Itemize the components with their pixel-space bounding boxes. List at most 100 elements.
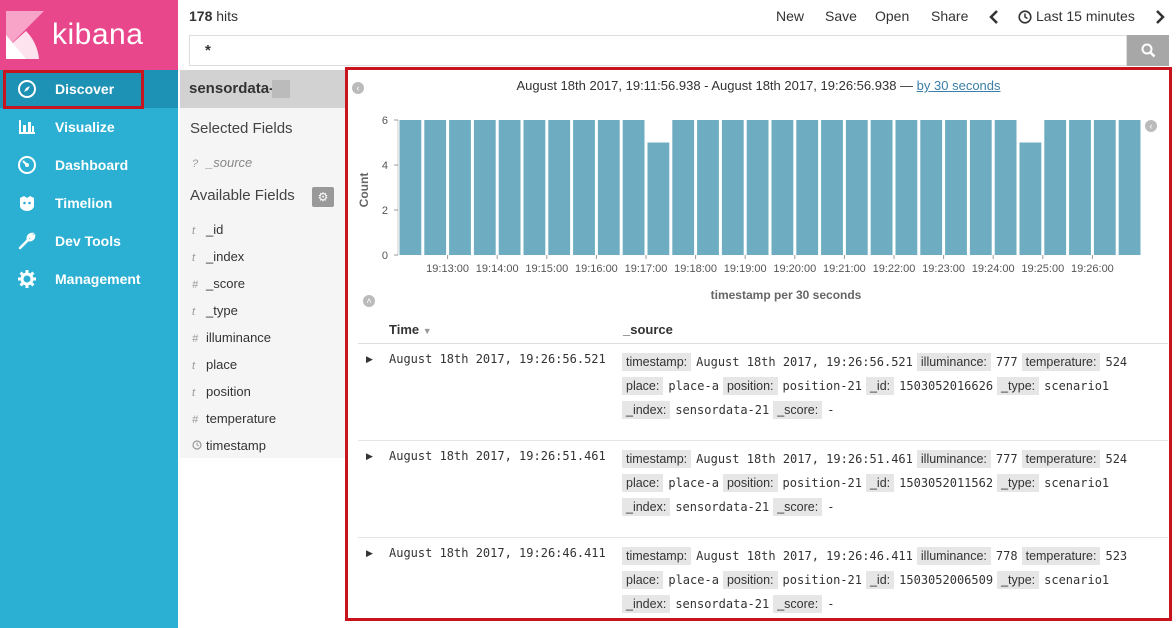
histogram-bar[interactable] <box>449 120 471 255</box>
share-button[interactable]: Share <box>931 8 968 24</box>
source-value: 524 <box>1105 355 1128 369</box>
histogram-bar[interactable] <box>424 120 447 255</box>
field-name: position <box>206 384 251 399</box>
field-name: _id <box>206 222 224 237</box>
source-line: timestamp: August 18th 2017, 19:26:51.461… <box>622 447 1162 471</box>
nav-dashboard[interactable]: Dashboard <box>0 146 178 184</box>
index-pattern-selector[interactable]: sensordata- <box>180 70 345 108</box>
histogram-bar[interactable] <box>945 120 967 255</box>
histogram-bar[interactable] <box>870 120 893 255</box>
field-item[interactable]: # illuminance <box>192 330 271 345</box>
histogram-bar[interactable] <box>1044 120 1067 255</box>
histogram-bar[interactable] <box>1093 120 1116 255</box>
field-item[interactable]: t position <box>192 384 251 399</box>
field-name: timestamp <box>206 438 266 453</box>
time-picker-button[interactable]: Last 15 minutes <box>1036 8 1135 24</box>
field-item[interactable]: t _id <box>192 222 223 237</box>
field-name: _type <box>206 303 238 318</box>
source-value: August 18th 2017, 19:26:46.411 <box>696 549 913 563</box>
field-list-panel: sensordata- Selected Fields ? _source Ava… <box>180 70 345 458</box>
histogram-bar[interactable] <box>399 120 422 255</box>
histogram-bar[interactable] <box>573 120 595 255</box>
sort-caret-icon[interactable]: ▼ <box>423 326 432 336</box>
table-row[interactable]: ▶ August 18th 2017, 19:26:51.461 timestamp… <box>358 441 1168 538</box>
source-value: place-a <box>668 476 719 490</box>
histogram-bar[interactable] <box>920 120 943 255</box>
time-column-header[interactable]: Time ▼ <box>389 322 432 337</box>
field-item[interactable]: ? _source <box>192 155 252 170</box>
field-settings-button[interactable]: ⚙ <box>312 187 334 207</box>
histogram-bar[interactable] <box>672 120 695 255</box>
expand-row-icon[interactable]: ▶ <box>366 354 373 365</box>
histogram-bar[interactable] <box>473 120 496 255</box>
histogram-bar[interactable] <box>622 120 645 255</box>
new-button[interactable]: New <box>776 8 804 24</box>
histogram-bar[interactable] <box>1118 120 1141 255</box>
kibana-logo[interactable]: kibana <box>0 0 178 70</box>
hits-number: 178 <box>189 8 213 24</box>
source-value: 1503052011562 <box>899 476 994 490</box>
nav-dev-tools[interactable]: Dev Tools <box>0 222 178 260</box>
nav-management[interactable]: Management <box>0 260 178 298</box>
histogram-bar[interactable] <box>994 120 1017 255</box>
field-item[interactable]: timestamp <box>192 438 266 453</box>
open-button[interactable]: Open <box>875 8 909 24</box>
histogram-bar[interactable] <box>845 120 868 255</box>
source-value: position-21 <box>782 573 862 587</box>
kibana-logo-icon <box>6 11 44 59</box>
histogram-bar[interactable] <box>498 120 521 255</box>
row-time: August 18th 2017, 19:26:46.411 <box>389 546 606 560</box>
histogram-bar[interactable] <box>548 120 571 255</box>
histogram-bar[interactable] <box>647 142 670 256</box>
source-key: _id: <box>865 377 895 395</box>
chevron-right-icon[interactable] <box>1155 10 1165 24</box>
source-key: position: <box>722 474 778 492</box>
y-tick-label: 4 <box>382 160 388 172</box>
histogram-bar[interactable] <box>697 120 719 255</box>
histogram-chart: Count timestamp per 30 seconds 0 2 4 6 19:1… <box>357 115 1141 302</box>
row-time: August 18th 2017, 19:26:51.461 <box>389 449 606 463</box>
hits-count: 178 hits <box>189 8 238 24</box>
field-item[interactable]: t place <box>192 357 237 372</box>
table-row[interactable]: ▶ August 18th 2017, 19:26:56.521 timestamp… <box>358 344 1168 441</box>
source-line: place: place-a position: position-21 _id: 150… <box>622 471 1162 495</box>
source-key: place: <box>622 474 664 492</box>
nav-visualize[interactable]: Visualize <box>0 108 178 146</box>
field-item[interactable]: # _score <box>192 276 245 291</box>
x-tick-label: 19:25:00 <box>1021 263 1064 275</box>
source-value: - <box>827 597 835 611</box>
field-item[interactable]: # temperature <box>192 411 276 426</box>
save-button[interactable]: Save <box>825 8 857 24</box>
histogram-bar[interactable] <box>821 120 843 255</box>
source-value: - <box>827 403 835 417</box>
histogram-bar[interactable] <box>523 120 546 255</box>
y-axis: 0 2 4 6 <box>382 115 399 262</box>
kibana-app: kibana Discover Visualize Dashboard Time… <box>0 0 1176 628</box>
search-button[interactable] <box>1127 35 1169 66</box>
histogram-bar[interactable] <box>1069 120 1091 255</box>
x-tick-label: 19:13:00 <box>426 263 469 275</box>
histogram-bar[interactable] <box>796 120 819 255</box>
nav-timelion[interactable]: Timelion <box>0 184 178 222</box>
histogram-bar[interactable] <box>597 120 620 255</box>
field-item[interactable]: t _type <box>192 303 238 318</box>
histogram-bar[interactable] <box>771 120 794 255</box>
histogram-bar[interactable] <box>969 120 992 255</box>
table-row[interactable]: ▶ August 18th 2017, 19:26:46.411 timestamp… <box>358 538 1168 618</box>
source-value: 777 <box>995 355 1018 369</box>
histogram-bar[interactable] <box>721 120 744 255</box>
histogram-bar[interactable] <box>746 120 769 255</box>
chevron-left-icon[interactable] <box>989 10 999 24</box>
field-type-icon: t <box>192 252 196 264</box>
search-input[interactable] <box>205 42 905 59</box>
field-type-icon: t <box>192 387 196 399</box>
field-item[interactable]: t _index <box>192 249 244 264</box>
x-tick-label: 19:17:00 <box>625 263 668 275</box>
index-pattern-name: sensordata- <box>189 80 275 97</box>
histogram-bar[interactable] <box>1019 142 1042 256</box>
expand-row-icon[interactable]: ▶ <box>366 451 373 462</box>
redacted-block <box>272 80 290 98</box>
expand-row-icon[interactable]: ▶ <box>366 548 373 559</box>
histogram-bar[interactable] <box>895 120 918 255</box>
x-axis-label: timestamp per 30 seconds <box>711 288 862 302</box>
